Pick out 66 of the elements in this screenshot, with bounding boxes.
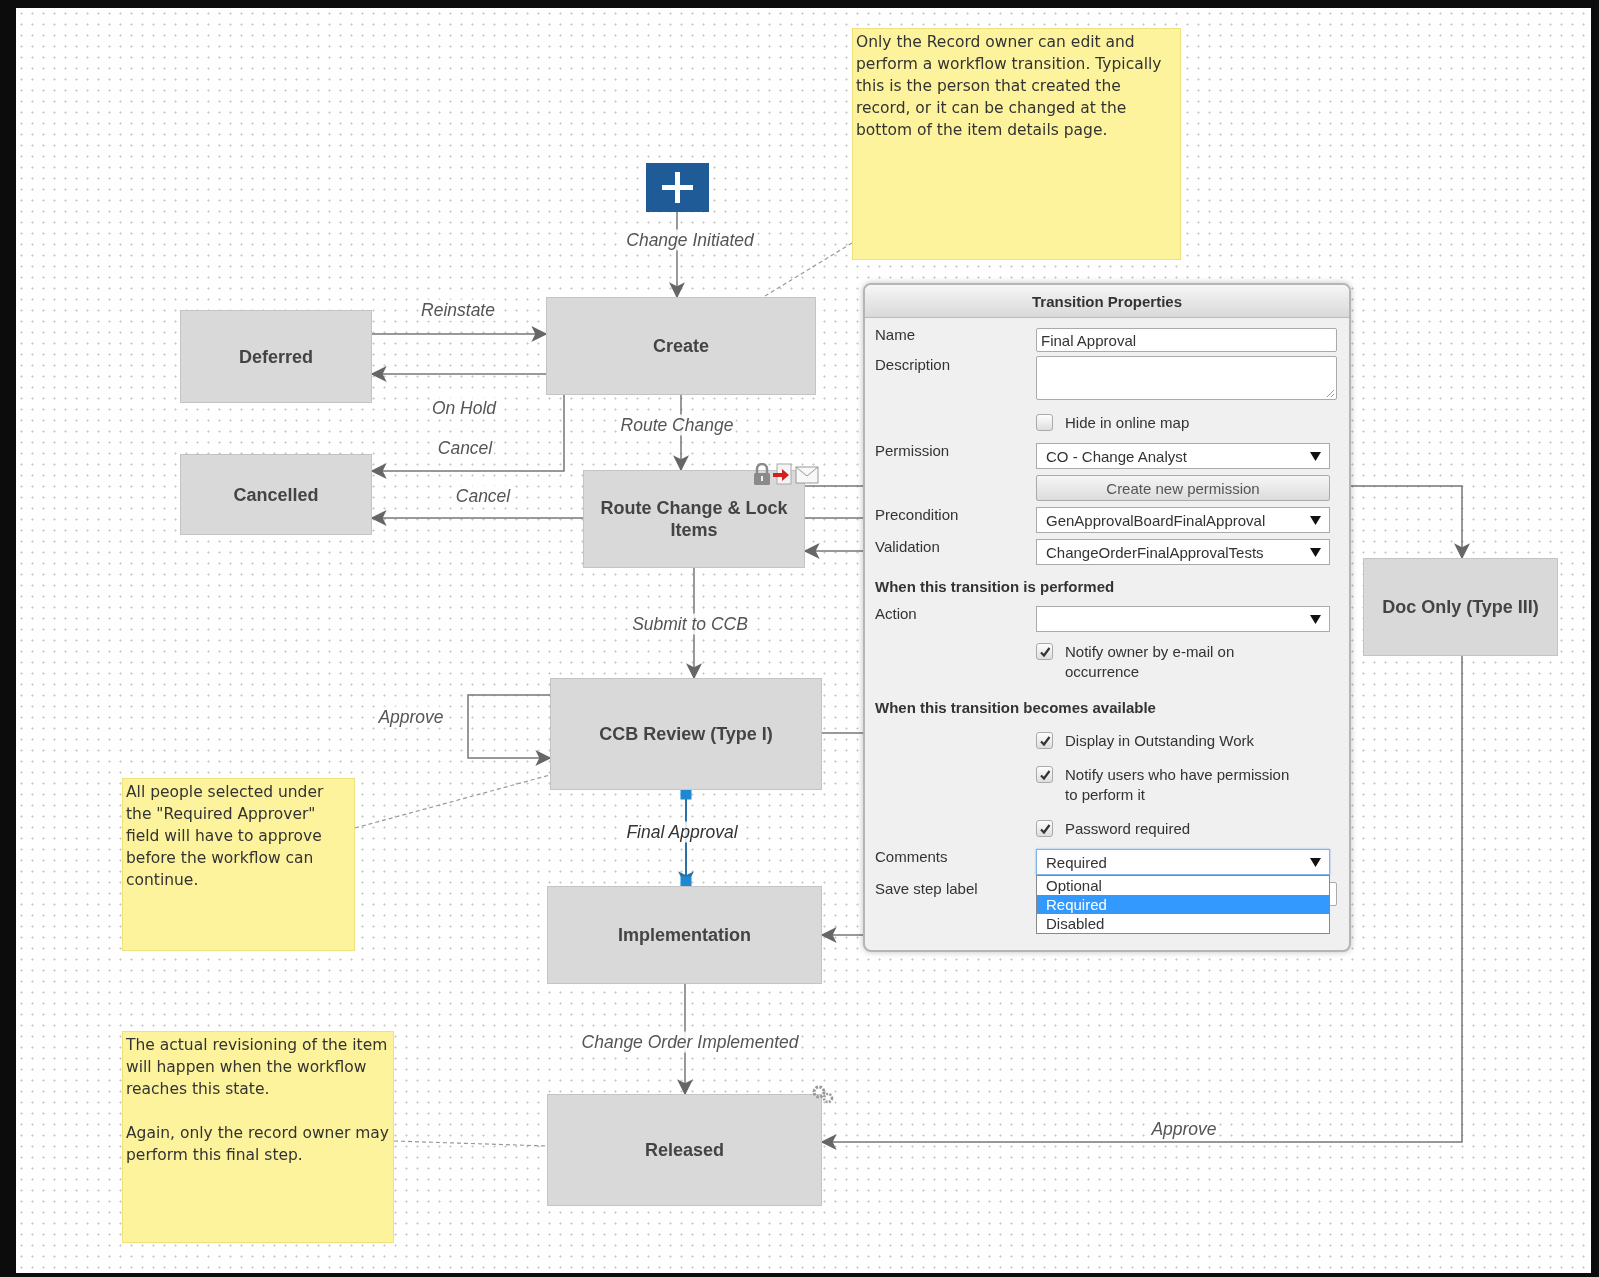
checkbox[interactable] xyxy=(1036,732,1053,749)
gears-icon[interactable] xyxy=(811,1084,835,1104)
connector-arrow xyxy=(820,927,864,943)
transition-label: Change Initiated xyxy=(624,229,756,251)
caret-icon xyxy=(1310,547,1321,557)
text-field[interactable]: Final Approval xyxy=(1036,328,1337,352)
caret-icon xyxy=(1310,614,1321,624)
field-label: Description xyxy=(875,355,952,373)
state-node[interactable]: Deferred xyxy=(180,310,372,403)
field-label: Save step label xyxy=(875,879,979,897)
field-label: Validation xyxy=(875,537,941,555)
transition-label: Reinstate xyxy=(419,299,497,321)
state-node[interactable]: Cancelled xyxy=(180,454,372,535)
state-node[interactable]: Released xyxy=(547,1094,822,1206)
section-heading: When this transition is performed xyxy=(875,578,1116,595)
connector-line xyxy=(804,517,864,519)
sticky-note: All people selected under the "Required Approver" field will have to approve before the workflow can continue. xyxy=(122,778,355,951)
field-label: Name xyxy=(875,325,916,343)
caret-icon xyxy=(1310,857,1321,867)
caret-icon xyxy=(1310,515,1321,525)
connector-line xyxy=(804,485,864,487)
dropdown[interactable]: CO - Change Analyst xyxy=(1036,443,1330,469)
state-node[interactable]: Route Change & Lock Items xyxy=(583,470,805,568)
description-field[interactable] xyxy=(1036,356,1337,400)
resize-grip-icon[interactable] xyxy=(1325,388,1335,398)
transition-arrow[interactable] xyxy=(370,510,584,526)
transition-arrow[interactable] xyxy=(370,394,565,479)
transition-label: Approve xyxy=(376,706,446,728)
transition-label: Change Order Implemented xyxy=(579,1031,801,1053)
dropdown-option[interactable]: Optional xyxy=(1037,876,1329,895)
field-label: Permission xyxy=(875,441,951,459)
lock-icon[interactable] xyxy=(753,463,771,485)
dropdown[interactable]: ChangeOrderFinalApprovalTests xyxy=(1036,539,1330,565)
dialog-title: Transition Properties xyxy=(865,285,1349,318)
transition-arrow[interactable] xyxy=(467,694,552,766)
checkbox-label: Notify owner by e-mail on occurrence xyxy=(1065,642,1236,682)
checkbox-label: Notify users who have permission to perform it xyxy=(1065,765,1291,805)
state-node[interactable]: CCB Review (Type I) xyxy=(550,678,822,790)
sticky-note: The actual revisioning of the item will happen when the workflow reaches this state. Again, only the record owner may perform this final step. xyxy=(122,1031,394,1243)
transition-label: Final Approval xyxy=(624,821,740,843)
field-label: Action xyxy=(875,604,918,622)
transition-arrow[interactable] xyxy=(370,366,547,382)
section-heading: When this transition becomes available xyxy=(875,699,1157,716)
checkbox[interactable] xyxy=(1036,820,1053,837)
checkbox[interactable] xyxy=(1036,766,1053,783)
dropdown-option[interactable]: Disabled xyxy=(1037,914,1329,933)
sticky-note: Only the Record owner can edit and perform a workflow transition. Typically this is the person that created the record, or it can be changed at the bottom of the item details page. xyxy=(852,28,1181,260)
checkbox[interactable] xyxy=(1036,414,1053,431)
dropdown[interactable]: GenApprovalBoardFinalApproval xyxy=(1036,507,1330,533)
checkbox[interactable] xyxy=(1036,643,1053,660)
checkbox-label: Password required xyxy=(1065,819,1191,839)
field-label: Precondition xyxy=(875,505,960,523)
state-node[interactable]: Doc Only (Type III) xyxy=(1363,558,1558,656)
caret-icon xyxy=(1310,451,1321,461)
connector-arrow xyxy=(803,543,864,559)
transition-arrow[interactable] xyxy=(371,326,548,342)
state-node[interactable]: Create xyxy=(546,297,816,395)
transition-label: Submit to CCB xyxy=(630,613,750,635)
plus-icon[interactable] xyxy=(646,163,709,212)
field-label: Comments xyxy=(875,847,949,865)
create-permission-button[interactable]: Create new permission xyxy=(1036,475,1330,501)
checkbox-label: Display in Outstanding Work xyxy=(1065,731,1254,751)
connector-line xyxy=(821,732,864,734)
checkbox-label: Hide in online map xyxy=(1065,413,1190,433)
transition-label: Route Change xyxy=(618,414,736,436)
state-node[interactable]: Implementation xyxy=(547,886,822,984)
